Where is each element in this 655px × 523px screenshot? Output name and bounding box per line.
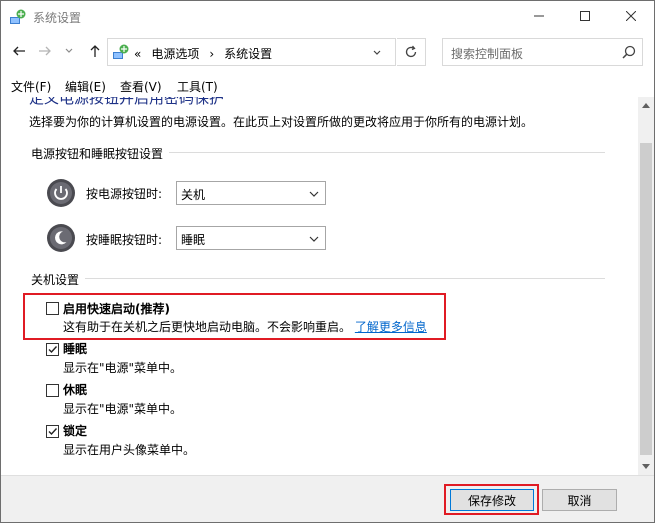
shutdown-section-title: 关机设置 — [31, 273, 80, 287]
power-button-label: 按电源按钮时: — [86, 187, 163, 201]
page-description: 选择要为你的计算机设置的电源设置。在此页上对设置所做的更改将应用于你所有的电源计… — [29, 115, 534, 129]
lock-checkbox[interactable] — [46, 425, 59, 438]
system-settings-window: 系统设置 « 电源选项 › 系统设置 搜索控制面板 文件(F) 编辑(E) 查看… — [0, 0, 655, 523]
forward-button[interactable] — [35, 41, 55, 61]
close-button[interactable] — [608, 1, 654, 31]
chevron-down-icon — [309, 191, 319, 197]
chevron-down-icon — [309, 236, 319, 242]
arrow-left-icon — [13, 46, 25, 56]
breadcrumb: « 电源选项 › 系统设置 — [134, 45, 282, 62]
address-dropdown-button[interactable] — [367, 39, 387, 67]
menu-tools[interactable]: 工具(T) — [177, 78, 218, 95]
power-button-action-select[interactable]: 关机 — [176, 181, 326, 205]
vertical-scrollbar[interactable] — [638, 97, 654, 475]
settings-content: 定义电源按钮并启用密码保护 选择要为你的计算机设置的电源设置。在此页上对设置所做… — [1, 97, 638, 475]
sleep-option-title: 睡眠 — [63, 342, 88, 356]
maximize-button[interactable] — [562, 1, 608, 31]
power-button-icon — [47, 179, 75, 207]
cancel-button[interactable]: 取消 — [542, 489, 617, 511]
dialog-footer: 保存修改 取消 — [1, 475, 654, 522]
breadcrumb-power-options[interactable]: 电源选项 — [151, 47, 199, 61]
hibernate-checkbox[interactable] — [46, 384, 59, 397]
caret-down-icon — [642, 464, 650, 469]
menu-edit[interactable]: 编辑(E) — [65, 78, 106, 95]
checkmark-icon — [48, 428, 58, 436]
fast-startup-description: 这有助于在关机之后更快地启动电脑。不会影响重启。 了解更多信息 — [63, 318, 427, 335]
menu-file[interactable]: 文件(F) — [11, 78, 51, 95]
title-bar: 系统设置 — [1, 1, 654, 33]
arrow-up-icon — [90, 45, 100, 57]
save-changes-button[interactable]: 保存修改 — [450, 489, 534, 511]
window-title: 系统设置 — [33, 11, 82, 25]
hibernate-option-description: 显示在"电源"菜单中。 — [63, 402, 183, 416]
chevron-down-icon — [65, 48, 73, 53]
chevron-down-icon — [373, 50, 381, 55]
breadcrumb-overflow[interactable]: « — [134, 47, 141, 61]
maximize-icon — [580, 11, 590, 21]
sleep-option-description: 显示在"电源"菜单中。 — [63, 361, 183, 375]
control-panel-icon — [113, 44, 129, 59]
section-divider — [85, 278, 605, 279]
search-icon — [622, 45, 636, 59]
fast-startup-checkbox[interactable] — [46, 302, 59, 315]
close-icon — [626, 11, 636, 21]
menu-view[interactable]: 查看(V) — [120, 78, 162, 95]
refresh-icon — [405, 45, 417, 58]
minimize-icon — [534, 15, 544, 17]
control-panel-icon — [10, 9, 26, 24]
up-button[interactable] — [85, 41, 105, 61]
search-placeholder: 搜索控制面板 — [451, 47, 524, 61]
arrow-right-icon — [39, 46, 51, 56]
sleep-button-action-value: 睡眠 — [181, 233, 206, 247]
power-section-title: 电源按钮和睡眠按钮设置 — [31, 147, 164, 161]
checkmark-icon — [48, 346, 58, 354]
navigation-bar: « 电源选项 › 系统设置 搜索控制面板 — [1, 33, 654, 71]
fast-startup-title: 启用快速启动(推荐) — [63, 302, 170, 316]
breadcrumb-system-settings[interactable]: 系统设置 — [224, 47, 272, 61]
lock-option-title: 锁定 — [63, 424, 88, 438]
page-title: 定义电源按钮并启用密码保护 — [29, 97, 225, 107]
scroll-down-button[interactable] — [638, 459, 654, 475]
hibernate-option-title: 休眠 — [63, 383, 88, 397]
refresh-button[interactable] — [397, 38, 426, 66]
minimize-button[interactable] — [516, 1, 562, 31]
sleep-checkbox[interactable] — [46, 343, 59, 356]
scrollbar-thumb[interactable] — [640, 143, 652, 455]
menu-bar: 文件(F) 编辑(E) 查看(V) 工具(T) — [1, 73, 654, 95]
search-box[interactable]: 搜索控制面板 — [442, 38, 643, 66]
sleep-button-icon — [47, 224, 75, 252]
section-divider — [169, 152, 605, 153]
lock-option-description: 显示在用户头像菜单中。 — [63, 443, 196, 457]
power-button-action-value: 关机 — [181, 188, 206, 202]
fast-startup-desc-text: 这有助于在关机之后更快地启动电脑。不会影响重启。 — [63, 320, 352, 334]
sleep-button-label: 按睡眠按钮时: — [86, 233, 163, 247]
back-button[interactable] — [9, 41, 29, 61]
breadcrumb-separator-icon: › — [209, 47, 215, 61]
sleep-button-action-select[interactable]: 睡眠 — [176, 226, 326, 250]
learn-more-link[interactable]: 了解更多信息 — [355, 320, 427, 334]
address-bar[interactable]: « 电源选项 › 系统设置 — [107, 38, 396, 66]
scroll-up-button[interactable] — [638, 97, 654, 113]
recent-locations-button[interactable] — [59, 41, 79, 61]
caret-up-icon — [642, 103, 650, 108]
